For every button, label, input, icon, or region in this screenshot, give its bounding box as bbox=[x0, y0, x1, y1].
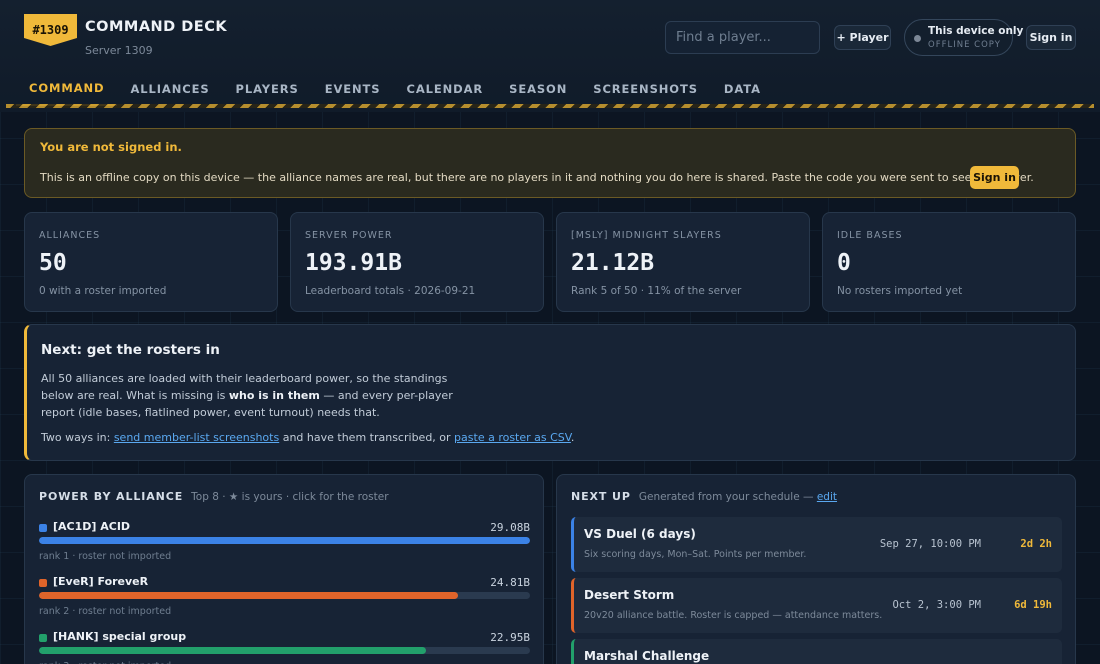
next-steps-paragraph: All 50 alliances are loaded with their l… bbox=[41, 370, 471, 421]
alliance-power-row[interactable]: [EveR] ForeveR 24.81B rank 2 · roster not … bbox=[39, 575, 530, 625]
server-subtitle: Server 1309 bbox=[85, 44, 153, 57]
alliance-color-swatch bbox=[39, 634, 47, 642]
event-title: Marshal Challenge bbox=[584, 649, 710, 663]
stat-card-my-alliance: [MSLY] MIDNIGHT SLAYERS 21.12B Rank 5 of… bbox=[556, 212, 810, 312]
event-countdown: 2d 2h bbox=[1020, 538, 1052, 550]
event-date: Sep 27, 10:00 PM bbox=[879, 538, 981, 550]
next-steps-title: Next: get the rosters in bbox=[41, 342, 220, 358]
hazard-stripe-divider bbox=[6, 104, 1094, 108]
stat-value: 193.91B bbox=[305, 250, 402, 276]
stat-label: [MSLY] MIDNIGHT SLAYERS bbox=[571, 230, 722, 241]
warning-text: This is an offline copy on this device —… bbox=[40, 171, 1034, 184]
alliance-power-row[interactable]: [HANK] special group22.95Brank 3 · roste… bbox=[39, 630, 530, 664]
alliance-color-swatch bbox=[39, 524, 47, 532]
alliance-power-value: 24.81B bbox=[490, 576, 530, 589]
warning-sign-in-button[interactable]: Sign in bbox=[970, 166, 1019, 189]
power-by-alliance-panel: POWER BY ALLIANCE Top 8 · ★ is yours · cl… bbox=[24, 474, 544, 664]
alliance-power-value: 29.08B bbox=[490, 521, 530, 534]
event-description: 20v20 alliance battle. Roster is capped … bbox=[584, 610, 883, 621]
tab-events[interactable]: EVENTS bbox=[312, 72, 394, 106]
power-bar-track bbox=[39, 647, 530, 654]
panel-hint: Top 8 · ★ is yours · click for the roste… bbox=[191, 491, 389, 503]
power-bar-track bbox=[39, 592, 530, 599]
alliance-color-swatch bbox=[39, 579, 47, 587]
power-bar-fill bbox=[39, 537, 530, 544]
alliance-power-row[interactable]: [AC1D] ACID 29.08B rank 1 · roster not imp… bbox=[39, 520, 530, 570]
stat-card-alliances: ALLIANCES 50 0 with a roster imported bbox=[24, 212, 278, 312]
panel-title-text: NEXT UP bbox=[571, 490, 631, 503]
event-description: Six scoring days, Mon–Sat. Points per me… bbox=[584, 549, 807, 560]
tab-season[interactable]: SEASON bbox=[496, 72, 580, 106]
player-search-input[interactable] bbox=[665, 21, 820, 54]
stat-card-idle-bases: IDLE BASES 0 No rosters imported yet bbox=[822, 212, 1076, 312]
tab-command[interactable]: COMMAND bbox=[16, 72, 118, 106]
offline-warning-banner: You are not signed in. This is an offlin… bbox=[24, 128, 1076, 198]
stat-label: SERVER POWER bbox=[305, 230, 393, 241]
device-mode-label: This device only bbox=[928, 25, 1024, 37]
stat-sub: 0 with a roster imported bbox=[39, 285, 167, 297]
stat-sub: Leaderboard totals · 2026-09-21 bbox=[305, 285, 476, 297]
panel-title: POWER BY ALLIANCE Top 8 · ★ is yours · cl… bbox=[39, 490, 389, 503]
warning-title: You are not signed in. bbox=[40, 140, 182, 154]
top-bar: #1309 COMMAND DECK Server 1309 + Player … bbox=[0, 0, 1100, 112]
emphasis-text: who is in them bbox=[228, 389, 320, 402]
tab-data[interactable]: DATA bbox=[711, 72, 774, 106]
event-item[interactable]: Desert Storm 20v20 alliance battle. Roste… bbox=[571, 578, 1062, 633]
event-item[interactable]: Marshal Challenge bbox=[571, 639, 1062, 664]
alliance-rank-text: rank 2 · roster not imported bbox=[39, 606, 172, 617]
tab-players[interactable]: PLAYERS bbox=[223, 72, 312, 106]
stat-label: IDLE BASES bbox=[837, 230, 903, 241]
stat-value: 0 bbox=[837, 250, 851, 276]
panel-hint: Generated from your schedule — edit bbox=[639, 491, 837, 503]
main-tabs: COMMAND ALLIANCES PLAYERS EVENTS CALENDA… bbox=[16, 72, 774, 106]
edit-schedule-link[interactable]: edit bbox=[817, 491, 837, 503]
event-title: Desert Storm bbox=[584, 588, 675, 602]
alliance-name: [EveR] ForeveR bbox=[53, 575, 149, 588]
alliance-rank-text: rank 1 · roster not imported bbox=[39, 551, 172, 562]
panel-title: NEXT UP Generated from your schedule — ed… bbox=[571, 490, 837, 503]
next-steps-options: Two ways in: send member-list screenshot… bbox=[41, 431, 574, 444]
tab-screenshots[interactable]: SCREENSHOTS bbox=[580, 72, 711, 106]
screenshots-link[interactable]: send member-list screenshots bbox=[114, 431, 279, 444]
text-span: Generated from your schedule — bbox=[638, 491, 817, 503]
power-bar-fill bbox=[39, 592, 458, 599]
device-mode-sub: OFFLINE COPY bbox=[928, 40, 1001, 50]
server-badge: #1309 bbox=[24, 14, 77, 46]
stat-sub: No rosters imported yet bbox=[837, 285, 963, 297]
device-mode-toggle[interactable]: This device only OFFLINE COPY bbox=[904, 19, 1023, 56]
stat-label: ALLIANCES bbox=[39, 230, 101, 241]
event-title: VS Duel (6 days) bbox=[584, 527, 696, 541]
tab-alliances[interactable]: ALLIANCES bbox=[117, 72, 222, 106]
tab-calendar[interactable]: CALENDAR bbox=[393, 72, 496, 106]
csv-roster-link[interactable]: paste a roster as CSV bbox=[454, 431, 571, 444]
event-item[interactable]: VS Duel (6 days) Six scoring days, Mon–Sa… bbox=[571, 517, 1062, 572]
status-dot-icon bbox=[914, 35, 921, 42]
stat-value: 50 bbox=[39, 250, 67, 276]
text-span: Two ways in: bbox=[41, 431, 114, 444]
alliance-name: [AC1D] ACID bbox=[53, 520, 131, 533]
event-countdown: 6d 19h bbox=[1014, 599, 1052, 611]
power-bar-fill bbox=[39, 647, 427, 654]
alliance-power-value: 22.95B bbox=[490, 631, 530, 644]
next-up-panel: NEXT UP Generated from your schedule — ed… bbox=[556, 474, 1076, 664]
event-date: Oct 2, 3:00 PM bbox=[892, 599, 981, 611]
stat-sub: Rank 5 of 50 · 11% of the server bbox=[571, 285, 742, 297]
next-steps-card: Next: get the rosters in All 50 alliance… bbox=[24, 324, 1076, 461]
text-span: . bbox=[570, 431, 575, 444]
alliance-name: [HANK] special group bbox=[53, 630, 187, 643]
app-title: COMMAND DECK bbox=[85, 19, 228, 35]
panel-title-text: POWER BY ALLIANCE bbox=[39, 490, 184, 503]
stat-card-server-power: SERVER POWER 193.91B Leaderboard totals … bbox=[290, 212, 544, 312]
power-bar-track bbox=[39, 537, 530, 544]
sign-in-button[interactable]: Sign in bbox=[1026, 25, 1076, 50]
text-span: and have them transcribed, or bbox=[279, 431, 455, 444]
add-player-button[interactable]: + Player bbox=[834, 25, 891, 50]
stat-value: 21.12B bbox=[571, 250, 655, 276]
